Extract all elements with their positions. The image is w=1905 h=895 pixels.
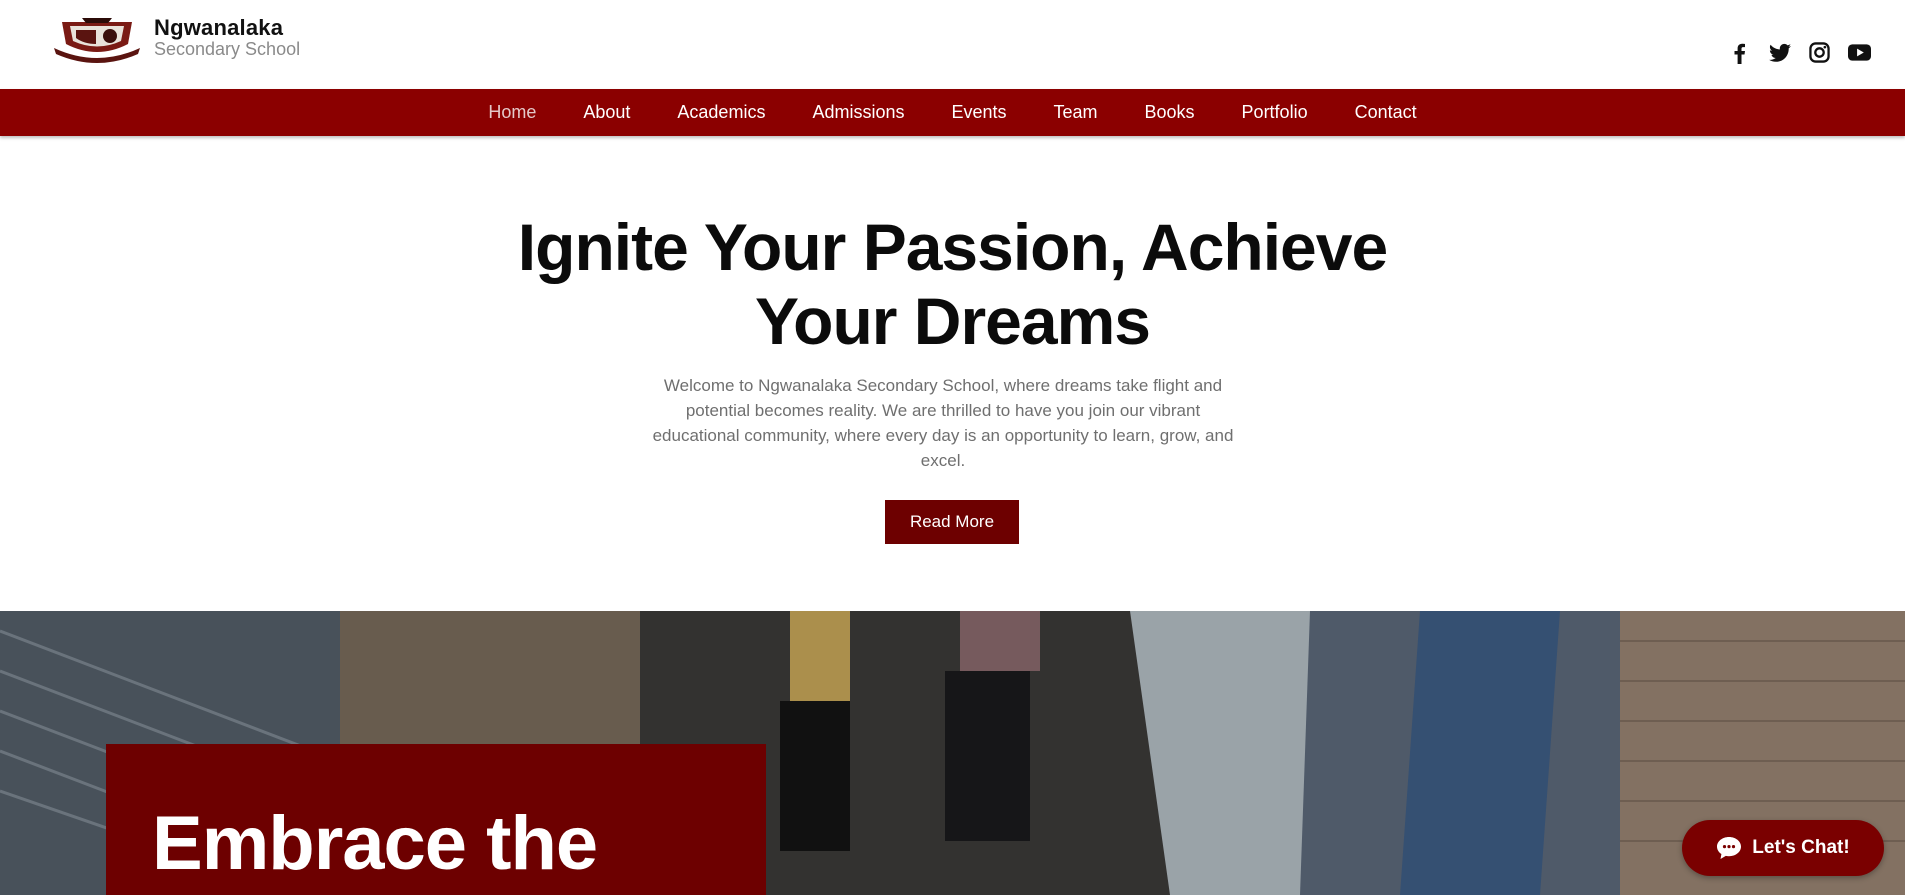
nav-item-admissions[interactable]: Admissions xyxy=(789,102,928,123)
nav-item-portfolio[interactable]: Portfolio xyxy=(1218,102,1331,123)
facebook-icon[interactable] xyxy=(1727,40,1752,65)
lets-chat-button[interactable]: Let's Chat! xyxy=(1682,820,1884,876)
nav-list: Home About Academics Admissions Events T… xyxy=(0,89,1905,136)
hero-title-line-1: Ignite Your Passion, Achieve xyxy=(517,210,1388,284)
hero-welcome-text: Welcome to Ngwanalaka Secondary School, … xyxy=(652,376,1234,470)
hero-title: Ignite Your Passion, Achieve Your Dreams xyxy=(0,210,1905,358)
nav-item-books[interactable]: Books xyxy=(1121,102,1218,123)
brand-subtitle: Secondary School xyxy=(154,39,301,59)
nav-item-team[interactable]: Team xyxy=(1030,102,1121,123)
chat-bubble-icon xyxy=(1717,837,1742,859)
feature-heading: Embrace the xyxy=(152,801,598,886)
nav-item-about[interactable]: About xyxy=(560,102,654,123)
main-navigation: Home About Academics Admissions Events T… xyxy=(0,89,1905,136)
nav-item-academics[interactable]: Academics xyxy=(654,102,789,123)
youtube-icon[interactable] xyxy=(1847,40,1872,65)
site-header: Ngwanalaka Secondary School xyxy=(0,0,1905,88)
read-more-button[interactable]: Read More xyxy=(885,500,1019,544)
chat-label: Let's Chat! xyxy=(1752,837,1850,858)
hero-title-line-2: Your Dreams xyxy=(755,284,1151,358)
social-links xyxy=(1727,40,1872,65)
brand-name: Ngwanalaka xyxy=(154,15,284,40)
instagram-icon[interactable] xyxy=(1807,40,1832,65)
school-crest-logo[interactable] xyxy=(52,14,142,64)
nav-item-contact[interactable]: Contact xyxy=(1331,102,1440,123)
nav-item-events[interactable]: Events xyxy=(928,102,1030,123)
nav-item-home[interactable]: Home xyxy=(465,102,560,123)
twitter-icon[interactable] xyxy=(1767,40,1792,65)
